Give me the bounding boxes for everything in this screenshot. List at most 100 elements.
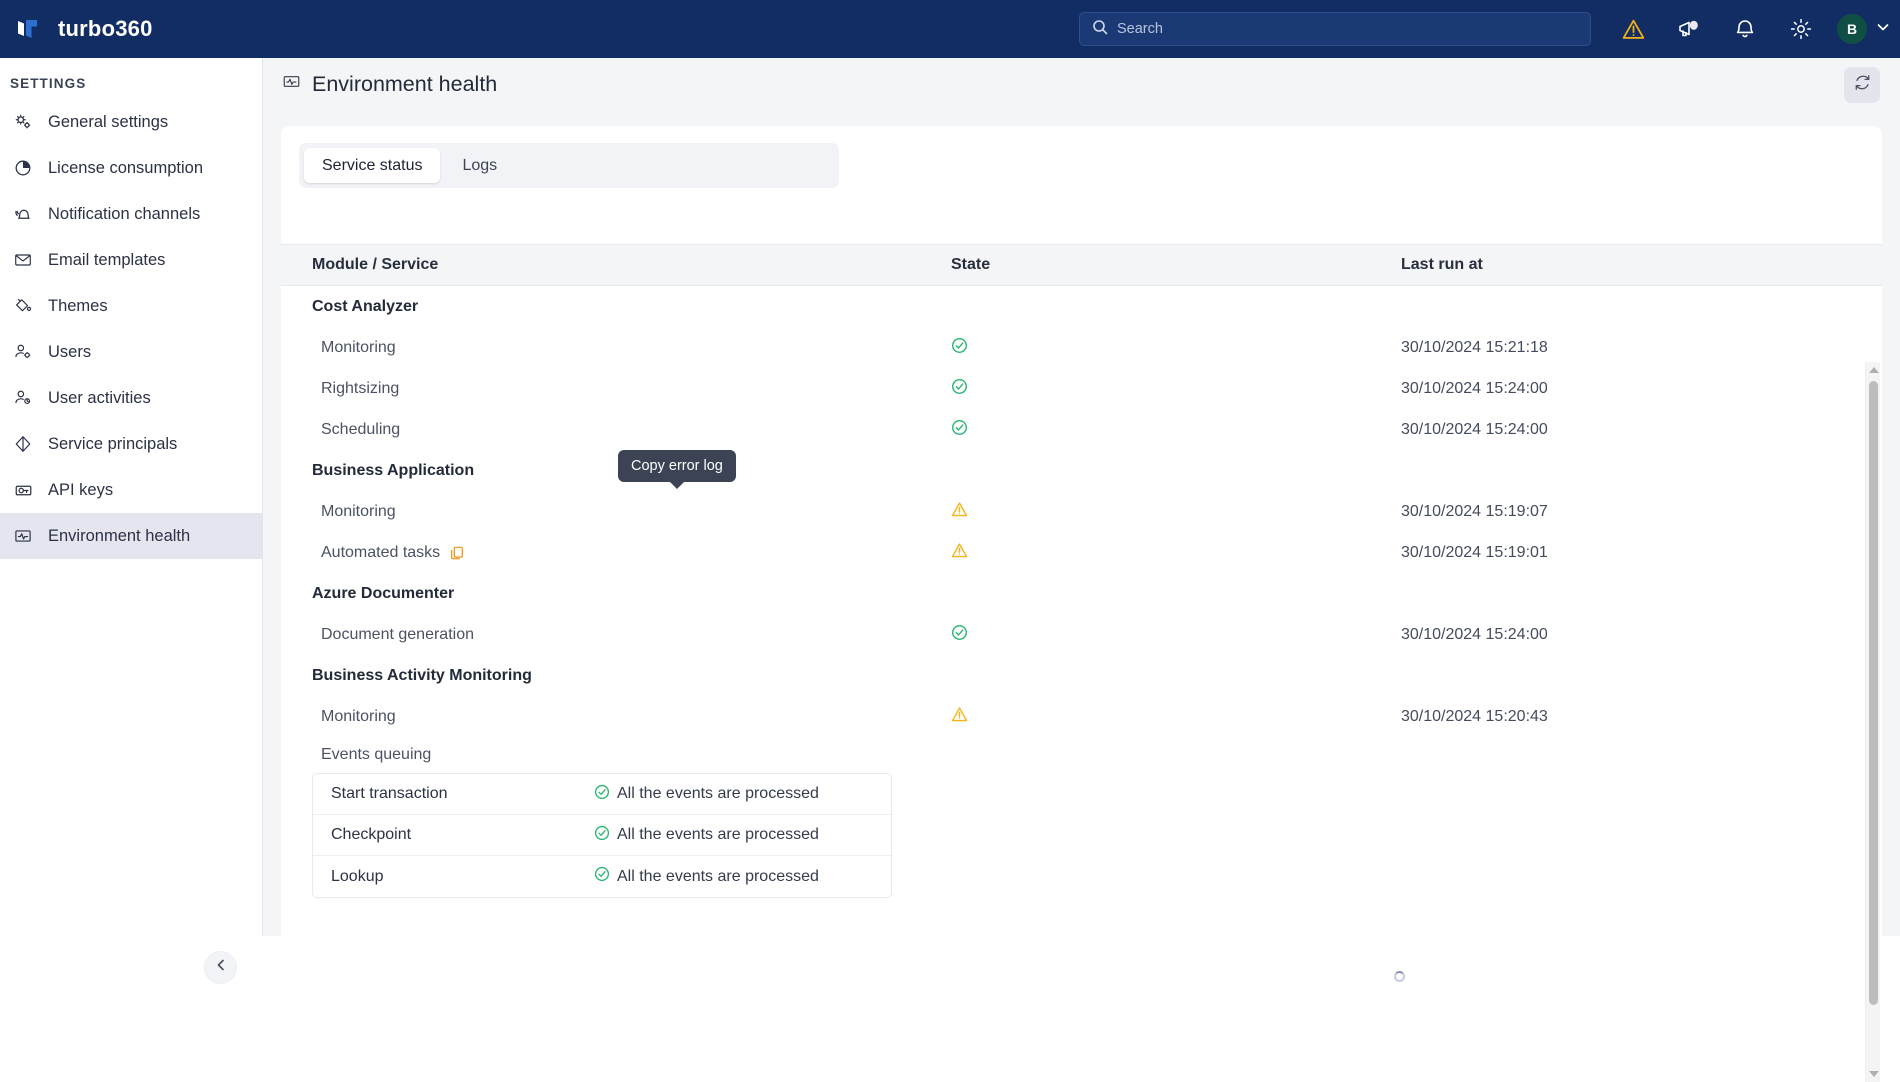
alert-warning-icon[interactable] xyxy=(1605,0,1661,58)
service-name: Monitoring xyxy=(321,338,396,356)
sidebar-item-api-keys[interactable]: API keys xyxy=(0,467,262,513)
events-queuing-row[interactable]: Lookup All the events are processed xyxy=(313,856,891,897)
page-title: Environment health xyxy=(282,72,497,97)
page-header: Environment health xyxy=(263,58,1900,110)
sidebar-item-label: API keys xyxy=(48,480,114,499)
sidebar-item-label: Users xyxy=(48,342,92,361)
sidebar-item-service-principals[interactable]: Service principals xyxy=(0,421,262,467)
status-ok-icon xyxy=(951,337,968,358)
sidebar-section-title: SETTINGS xyxy=(10,76,87,91)
event-status-text: All the events are processed xyxy=(617,867,819,885)
service-name: Automated tasks xyxy=(321,543,441,561)
group-header: Azure Documenter xyxy=(312,584,455,602)
bell-notification-icon[interactable] xyxy=(1717,0,1773,58)
chevron-left-icon xyxy=(213,957,229,978)
table-row[interactable]: Automated tasks 30/10/2024 15:19:01 xyxy=(281,532,1882,573)
diamond-icon xyxy=(12,433,34,455)
table-body: Cost Analyzer Monitoring 30/10/2024 15:2… xyxy=(281,286,1882,934)
last-run-at: 30/10/2024 15:21:18 xyxy=(1401,338,1548,356)
avatar: B xyxy=(1837,14,1867,44)
sidebar-item-environment-health[interactable]: Environment health xyxy=(0,513,262,559)
sidebar-item-label: Service principals xyxy=(48,434,178,453)
bell-cluster-icon xyxy=(12,203,34,225)
events-queuing-label: Events queuing xyxy=(321,746,432,763)
column-header-state: State xyxy=(951,256,991,273)
event-status-text: All the events are processed xyxy=(617,785,819,802)
sidebar-item-label: Themes xyxy=(48,296,108,315)
events-queuing-row[interactable]: Start transaction All the events are pro… xyxy=(313,774,891,815)
refresh-button[interactable] xyxy=(1844,67,1880,103)
sidebar-collapse-button[interactable] xyxy=(204,951,237,984)
sidebar-item-label: Environment health xyxy=(48,526,191,545)
service-name: Scheduling xyxy=(321,420,401,438)
status-ok-icon xyxy=(951,624,968,645)
status-warning-icon xyxy=(951,542,968,563)
tab-bar: Service status Logs xyxy=(299,143,839,188)
event-name: Start transaction xyxy=(331,785,448,802)
pie-chart-icon xyxy=(12,157,34,179)
table-row[interactable]: Monitoring 30/10/2024 15:20:43 xyxy=(281,696,1882,737)
tab-logs[interactable]: Logs xyxy=(444,148,515,183)
sidebar-item-license-consumption[interactable]: License consumption xyxy=(0,145,262,191)
envelope-icon xyxy=(12,249,34,271)
top-header-bar: turbo360 Search B xyxy=(0,0,1900,58)
status-warning-icon xyxy=(951,706,968,727)
sidebar-item-users[interactable]: Users xyxy=(0,329,262,375)
page-title-text: Environment health xyxy=(312,71,498,96)
last-run-at: 30/10/2024 15:24:00 xyxy=(1401,420,1548,438)
key-card-icon xyxy=(12,479,34,501)
events-queuing-table: Start transaction All the events are pro… xyxy=(312,773,892,898)
service-name: Monitoring xyxy=(321,502,396,520)
table-row[interactable]: Rightsizing 30/10/2024 15:24:00 xyxy=(281,368,1882,409)
copy-error-log-icon[interactable] xyxy=(449,545,465,561)
user-clock-icon xyxy=(12,387,34,409)
tooltip-copy-error-log: Copy error log xyxy=(618,450,736,482)
event-name: Lookup xyxy=(331,867,384,885)
search-input[interactable] xyxy=(1117,21,1578,37)
group-header: Business Activity Monitoring xyxy=(312,666,532,684)
event-name: Checkpoint xyxy=(331,826,412,843)
sidebar-item-label: Email templates xyxy=(48,250,166,269)
sidebar-item-label: Notification channels xyxy=(48,204,201,223)
main-content: Environment health Service status Logs M… xyxy=(263,58,1900,1082)
pulse-monitor-icon xyxy=(282,72,301,97)
header-icon-group: B xyxy=(1605,0,1891,58)
last-run-at: 30/10/2024 15:24:00 xyxy=(1401,379,1548,397)
status-ok-icon xyxy=(951,378,968,399)
service-status-table: Module / Service State Last run at Cost … xyxy=(281,244,1882,1082)
gear-settings-icon[interactable] xyxy=(1773,0,1829,58)
loading-spinner-icon xyxy=(1394,971,1405,982)
status-ok-icon xyxy=(594,825,610,846)
last-run-at: 30/10/2024 15:19:07 xyxy=(1401,502,1548,520)
events-queuing-row[interactable]: Checkpoint All the events are processed xyxy=(313,815,891,856)
sidebar-item-themes[interactable]: Themes xyxy=(0,283,262,329)
refresh-icon xyxy=(1853,73,1872,97)
user-profile-menu[interactable]: B xyxy=(1837,14,1891,44)
scroll-down-arrow-icon[interactable] xyxy=(1866,1066,1881,1082)
tab-service-status[interactable]: Service status xyxy=(304,148,441,183)
sidebar-item-label: General settings xyxy=(48,112,169,131)
table-row[interactable]: Monitoring 30/10/2024 15:21:18 xyxy=(281,327,1882,368)
search-icon xyxy=(1092,19,1108,40)
global-search[interactable] xyxy=(1079,12,1591,46)
paint-bucket-icon xyxy=(12,295,34,317)
brand-logo-area[interactable]: turbo360 xyxy=(0,14,263,44)
sidebar-item-notification-channels[interactable]: Notification channels xyxy=(0,191,262,237)
status-ok-icon xyxy=(594,866,610,887)
sidebar-item-user-activities[interactable]: User activities xyxy=(0,375,262,421)
status-ok-icon xyxy=(951,419,968,440)
last-run-at: 30/10/2024 15:19:01 xyxy=(1401,543,1548,561)
table-scrollbar[interactable] xyxy=(1865,362,1880,1082)
chevron-down-icon xyxy=(1875,19,1891,40)
scrollbar-thumb[interactable] xyxy=(1869,381,1878,1005)
group-header: Business Application xyxy=(312,461,475,479)
scroll-up-arrow-icon[interactable] xyxy=(1866,362,1881,378)
table-row[interactable]: Document generation 30/10/2024 15:24:00 xyxy=(281,614,1882,655)
sidebar-item-label: License consumption xyxy=(48,158,204,177)
status-warning-icon xyxy=(951,501,968,522)
table-row[interactable]: Scheduling 30/10/2024 15:24:00 xyxy=(281,409,1882,450)
sidebar-item-general-settings[interactable]: General settings xyxy=(0,99,262,145)
table-row[interactable]: Monitoring 30/10/2024 15:19:07 xyxy=(281,491,1882,532)
sidebar-item-email-templates[interactable]: Email templates xyxy=(0,237,262,283)
announcement-icon[interactable] xyxy=(1661,0,1717,58)
